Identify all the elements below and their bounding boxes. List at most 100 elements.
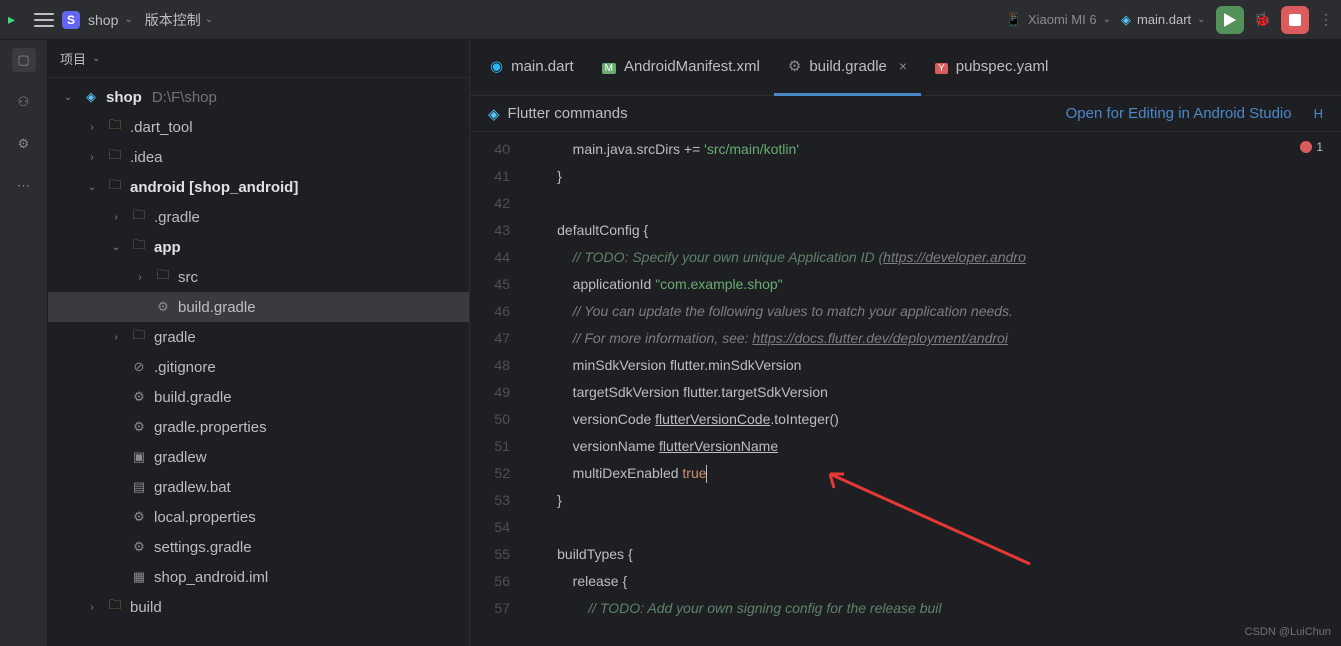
code-editor[interactable]: 404142434445464748495051525354555657 mai… [470,132,1341,646]
dart-icon: ◉ [490,57,503,75]
iml-icon: ▦ [130,569,148,585]
tree-arrow-icon: › [132,272,148,283]
sidebar-header[interactable]: 项目 ⌄ [48,40,469,78]
more-tools-icon[interactable]: ⋯ [12,174,36,198]
tree-item-label: gradlew [154,449,207,466]
tree-item[interactable]: ⌄ 🗀 app [48,232,469,262]
tree-item[interactable]: ›🗀.gradle [48,202,469,232]
run-config-selector[interactable]: ◈ main.dart ⌄ [1121,12,1206,28]
tab-label: pubspec.yaml [956,58,1049,75]
gradle-icon: ⚙ [130,539,148,555]
tree-item[interactable]: ▤gradlew.bat [48,472,469,502]
gradle-icon: ⚙ [130,389,148,405]
more-icon[interactable]: ⋮ [1319,11,1333,28]
topbar: ▸ S shop ⌄ 版本控制 ⌄ 📱 Xiaomi MI 6 ⌄ ◈ main… [0,0,1341,40]
tree-item[interactable]: ›🗀.idea [48,142,469,172]
chevron-down-icon: ⌄ [1197,14,1205,25]
tree-item[interactable]: ⚙build.gradle [48,292,469,322]
folder-icon: 🗀 [130,236,148,258]
gear-icon: ⚙ [130,509,148,525]
code-content[interactable]: main.java.srcDirs += 'src/main/kotlin' }… [526,132,1341,646]
run-config-label: main.dart [1137,12,1191,27]
tree-item[interactable]: ›🗀src [48,262,469,292]
error-indicator[interactable]: 1 [1294,138,1329,156]
tree-item-label: .dart_tool [130,119,193,136]
project-name-label: shop [88,12,118,28]
stop-button[interactable] [1281,6,1309,34]
tree-item[interactable]: ⌄◈shopD:\F\shop [48,82,469,112]
tree-item-label: shop_android.iml [154,569,268,586]
folder-icon: 🗀 [130,206,148,228]
bookmarks-tool-icon[interactable]: ⚙ [12,132,36,156]
tree-item-label: .idea [130,149,163,166]
error-icon [1300,141,1312,153]
tab-label: main.dart [511,58,574,75]
project-tool-icon[interactable]: ▢ [12,48,36,72]
debug-button[interactable]: 🐞 [1254,11,1271,28]
tree-item[interactable]: ⌄🗀android [shop_android] [48,172,469,202]
topbar-right: 📱 Xiaomi MI 6 ⌄ ◈ main.dart ⌄ 🐞 ⋮ [1006,6,1333,34]
tree-arrow-icon: › [84,152,100,163]
tree-item-label: src [178,269,198,286]
gradle-icon: ⚙ [154,299,172,315]
tree-item-label: local.properties [154,509,256,526]
tree-arrow-icon: ⌄ [60,92,76,103]
tree-item[interactable]: ›🗀.dart_tool [48,112,469,142]
menu-icon[interactable] [34,13,54,27]
close-icon[interactable]: × [899,58,907,74]
tab-build-gradle[interactable]: ⚙build.gradle× [774,40,921,96]
device-selector[interactable]: 📱 Xiaomi MI 6 ⌄ [1006,12,1111,28]
tree-arrow-icon: › [108,332,124,343]
tree-item-label: build.gradle [154,389,232,406]
tree-item[interactable]: ⊘.gitignore [48,352,469,382]
phone-icon: 📱 [1006,12,1022,28]
project-tree: ⌄◈shopD:\F\shop›🗀.dart_tool›🗀.idea⌄🗀andr… [48,78,469,646]
vcs-label: 版本控制 [145,10,201,30]
tab-main-dart[interactable]: ◉ main.dart [476,40,588,96]
tree-item-label: .gradle [154,209,200,226]
error-count: 1 [1316,140,1323,154]
tree-item[interactable]: ⚙ build.gradle [48,382,469,412]
tree-item[interactable]: ⚙gradle.properties [48,412,469,442]
folder-icon: 🗀 [130,326,148,348]
tab-pubspec-yaml[interactable]: Ypubspec.yaml [921,40,1062,96]
tree-item[interactable]: ›🗀build [48,592,469,622]
tree-arrow-icon: ⌄ [108,242,124,253]
folder-orange-icon: 🗀 [106,596,124,618]
structure-tool-icon[interactable]: ⚇ [12,90,36,114]
run-button[interactable] [1216,6,1244,34]
tree-item[interactable]: ⚙settings.gradle [48,532,469,562]
open-android-studio-link[interactable]: Open for Editing in Android Studio [1066,105,1292,122]
tree-item[interactable]: ▦ shop_android.iml [48,562,469,592]
chevron-down-icon: ⌄ [92,53,100,64]
tree-item[interactable]: ›🗀gradle [48,322,469,352]
tree-item[interactable]: ⚙ local.properties [48,502,469,532]
tree-item[interactable]: ▣gradlew [48,442,469,472]
tree-arrow-icon: ⌄ [84,182,100,193]
flutter-commands-label: Flutter commands [508,105,628,122]
flutter-commands-bar: ◈ Flutter commands Open for Editing in A… [470,96,1341,132]
project-badge: S [62,11,80,29]
manifest-icon: M [602,58,616,75]
tree-item-label: shop [106,89,142,106]
tree-item-path: D:\F\shop [152,89,217,106]
tab-AndroidManifest-xml[interactable]: MAndroidManifest.xml [588,40,774,96]
flutter-commands[interactable]: ◈ Flutter commands [488,105,628,123]
ignore-icon: ⊘ [130,359,148,375]
project-sidebar: 项目 ⌄ ⌄◈shopD:\F\shop›🗀.dart_tool›🗀.idea⌄… [48,40,470,646]
editor-area: ◉ main.dart MAndroidManifest.xml⚙build.gra… [470,40,1341,646]
vcs-selector[interactable]: 版本控制 ⌄ [145,10,213,30]
line-gutter: 404142434445464748495051525354555657 [470,132,526,646]
watermark: CSDN @LuiChun [1245,626,1331,638]
tree-arrow-icon: › [84,602,100,613]
gradle-icon: ⚙ [788,57,801,75]
chevron-down-icon: ⌄ [124,14,132,25]
play-icon [1224,13,1236,27]
sidebar-title: 项目 [60,49,86,68]
hide-link[interactable]: H [1314,106,1323,121]
tree-item-label: app [154,239,181,256]
flutter-icon: ◈ [1121,12,1131,28]
chevron-down-icon: ⌄ [205,14,213,25]
folder-orange-icon: 🗀 [106,116,124,138]
project-selector[interactable]: shop ⌄ [88,12,133,28]
